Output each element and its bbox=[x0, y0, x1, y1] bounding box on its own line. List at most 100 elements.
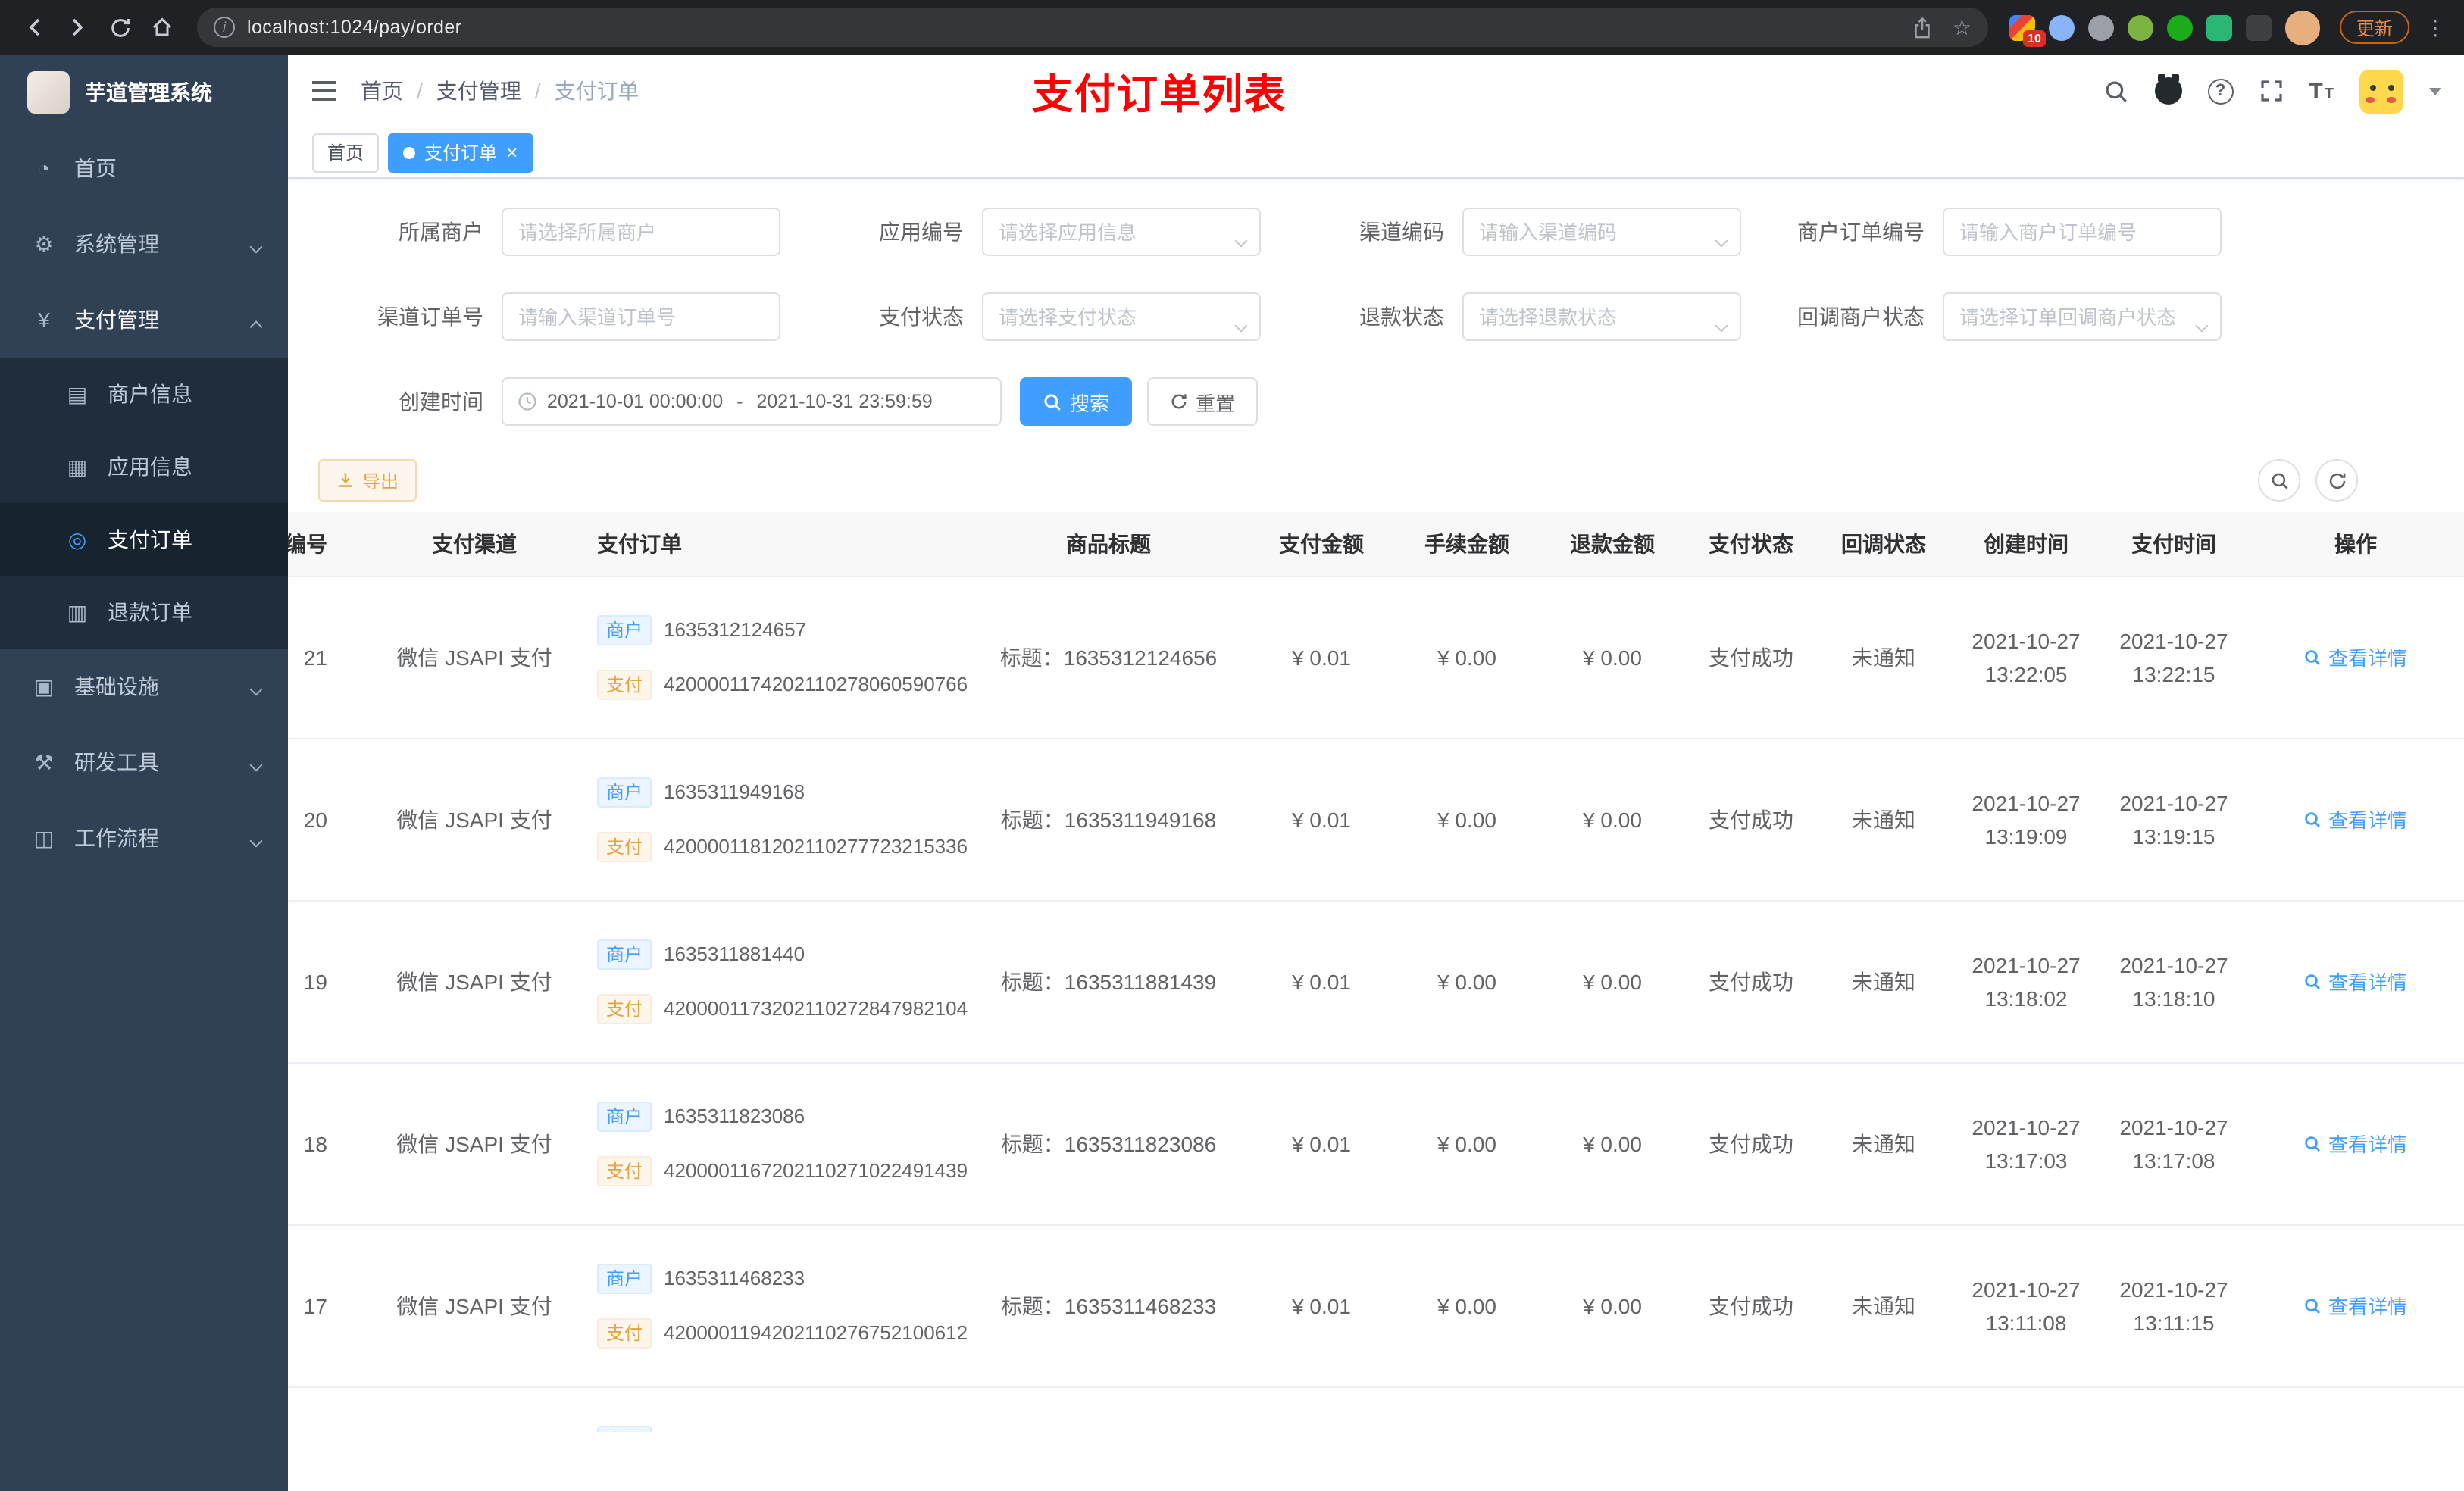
site-info-icon[interactable]: i bbox=[214, 17, 235, 38]
tab-home[interactable]: 首页 bbox=[312, 133, 380, 172]
refresh-icon bbox=[1171, 394, 1187, 409]
order-id-cell: 21 bbox=[288, 576, 367, 739]
pay-time-cell: 2021-10-27 13:17:08 bbox=[2102, 1062, 2246, 1225]
pay-channel-cell: 微信 JSAPI 支付 bbox=[367, 900, 582, 1063]
sidebar-item-payment[interactable]: ¥ 支付管理 bbox=[0, 282, 288, 358]
sidebar-item-refund-order[interactable]: ▥ 退款订单 bbox=[0, 576, 288, 649]
pay-amount-cell: ¥ 0.01 bbox=[1249, 900, 1394, 1063]
create-time-range-picker[interactable]: 2021-10-01 00:00:00 - 2021-10-31 23:59:5… bbox=[502, 377, 1002, 426]
create-date: 2021-10-27 bbox=[1972, 952, 2081, 977]
view-detail-link[interactable]: 查看详情 bbox=[2304, 642, 2407, 671]
merchant-order-no-input[interactable] bbox=[1943, 208, 2222, 256]
bookmark-star-icon[interactable]: ☆ bbox=[1953, 17, 1972, 38]
address-bar[interactable]: i localhost:1024/pay/order ☆ bbox=[197, 8, 1988, 47]
extension-icon[interactable]: 10 bbox=[2009, 14, 2046, 46]
sidebar-item-system[interactable]: ⚙ 系统管理 bbox=[0, 206, 288, 282]
close-icon[interactable]: × bbox=[506, 142, 518, 162]
channel-order-no-input[interactable] bbox=[502, 292, 780, 341]
sidebar-item-label: 支付管理 bbox=[74, 308, 159, 332]
view-detail-link[interactable]: 查看详情 bbox=[2304, 1129, 2407, 1158]
column-header: 手续金额 bbox=[1394, 512, 1540, 577]
fullscreen-button[interactable] bbox=[2259, 79, 2283, 103]
view-detail-link[interactable]: 查看详情 bbox=[2304, 1291, 2407, 1320]
extension-icon[interactable] bbox=[2166, 14, 2193, 40]
refund-amount-cell: ¥ 0.00 bbox=[1540, 1224, 1685, 1387]
sidebar-item-home[interactable]: ◔ 首页 bbox=[0, 130, 288, 206]
logo-rabbit-image bbox=[27, 71, 70, 114]
sidebar-toggle-button[interactable] bbox=[311, 79, 338, 103]
toggle-search-button[interactable] bbox=[2258, 459, 2300, 502]
user-avatar[interactable] bbox=[2359, 69, 2403, 113]
pay-badge: 支付 bbox=[597, 1318, 652, 1348]
top-navbar: 首页 / 支付管理 / 支付订单 支付订单列表 ? T T bbox=[288, 55, 2464, 127]
filter-form: 所属商户 应用编号 渠道编码 商户订单编号 bbox=[288, 179, 2464, 426]
sidebar-item-workflow[interactable]: ◫ 工作流程 bbox=[0, 800, 288, 876]
pay-badge: 支付 bbox=[597, 831, 652, 861]
pay-status-select[interactable] bbox=[982, 292, 1261, 341]
url-text[interactable]: localhost:1024/pay/order bbox=[247, 17, 1900, 38]
date-start-value: 2021-10-01 00:00:00 bbox=[547, 391, 724, 412]
refund-amount-cell: ¥ 0.00 bbox=[1540, 738, 1685, 901]
browser-menu-icon[interactable]: ⋮ bbox=[2425, 14, 2446, 40]
breadcrumb-home[interactable]: 首页 bbox=[361, 76, 403, 106]
font-size-button[interactable]: T T bbox=[2309, 78, 2334, 104]
column-header: 支付状态 bbox=[1685, 512, 1817, 577]
fullscreen-icon bbox=[2260, 80, 2282, 102]
filter-field: 应用编号 bbox=[799, 208, 1279, 256]
extension-icon[interactable] bbox=[2127, 14, 2153, 40]
callback-status-select[interactable] bbox=[1943, 292, 2222, 341]
export-button[interactable]: 导出 bbox=[318, 459, 417, 502]
hamburger-icon bbox=[312, 81, 336, 101]
sidebar-item-pay-order[interactable]: ◎ 支付订单 bbox=[0, 503, 288, 576]
orders-table-wrap: 编号 支付渠道 支付订单 商品标题 支付金额 手续金额 退款金额 支付状态 回调… bbox=[288, 512, 2464, 1432]
sidebar: 芋道管理系统 ◔ 首页 ⚙ 系统管理 ¥ 支付管理 ▤ 商户信息 ▦ 应用信息 … bbox=[0, 55, 288, 1491]
channel-code-select[interactable] bbox=[1462, 208, 1741, 256]
page-content: 所属商户 应用编号 渠道编码 商户订单编号 bbox=[288, 179, 2464, 1491]
app-id-select[interactable] bbox=[982, 208, 1261, 256]
extension-icon[interactable] bbox=[2087, 14, 2114, 40]
merchant-filter-input[interactable] bbox=[502, 208, 780, 256]
fee-amount-cell: ¥ 0.00 bbox=[1394, 1062, 1540, 1225]
orders-table: 编号 支付渠道 支付订单 商品标题 支付金额 手续金额 退款金额 支付状态 回调… bbox=[288, 512, 2464, 1432]
reload-icon bbox=[111, 18, 129, 36]
extension-icon[interactable] bbox=[2048, 14, 2075, 40]
search-button[interactable]: 搜索 bbox=[1020, 377, 1133, 426]
app-logo[interactable]: 芋道管理系统 bbox=[0, 55, 288, 130]
back-button[interactable] bbox=[15, 8, 55, 47]
refund-status-select[interactable] bbox=[1462, 292, 1741, 341]
search-icon bbox=[2105, 80, 2127, 102]
github-icon[interactable] bbox=[2154, 74, 2182, 105]
reload-button[interactable] bbox=[100, 8, 139, 47]
puzzle-extensions-icon[interactable] bbox=[2245, 14, 2272, 40]
sidebar-item-infra[interactable]: ▣ 基础设施 bbox=[0, 649, 288, 724]
help-button[interactable]: ? bbox=[2207, 78, 2234, 104]
refresh-table-button[interactable] bbox=[2315, 459, 2358, 502]
merchant-order-no: 16353114157 bbox=[664, 1429, 783, 1432]
sidebar-item-app-info[interactable]: ▦ 应用信息 bbox=[0, 430, 288, 503]
view-detail-link[interactable]: 查看详情 bbox=[2304, 967, 2407, 996]
extension-icon[interactable] bbox=[2206, 14, 2232, 40]
product-title-cell: 标题：1635312124656 bbox=[968, 576, 1249, 739]
sidebar-item-label: 系统管理 bbox=[74, 232, 159, 256]
reset-button[interactable]: 重置 bbox=[1147, 377, 1259, 426]
sidebar-item-dev-tools[interactable]: ⚒ 研发工具 bbox=[0, 724, 288, 800]
header-search-button[interactable] bbox=[2103, 78, 2128, 104]
breadcrumb-current: 支付订单 bbox=[554, 79, 639, 103]
browser-profile-avatar[interactable] bbox=[2284, 10, 2320, 45]
sidebar-item-merchant-info[interactable]: ▤ 商户信息 bbox=[0, 358, 288, 430]
chevron-down-icon[interactable] bbox=[2429, 87, 2441, 95]
sidebar-item-label: 支付订单 bbox=[108, 527, 192, 552]
view-detail-link[interactable]: 查看详情 bbox=[2304, 805, 2407, 833]
create-date: 2021-10-27 bbox=[1972, 628, 2081, 652]
home-button[interactable] bbox=[142, 8, 182, 47]
forward-button[interactable] bbox=[58, 8, 97, 47]
share-button[interactable] bbox=[1912, 16, 1934, 39]
date-end-value: 2021-10-31 23:59:59 bbox=[756, 391, 933, 412]
filter-label: 所属商户 bbox=[399, 220, 483, 244]
breadcrumb-separator: / bbox=[417, 79, 423, 103]
table-row: 20 微信 JSAPI 支付 商户 1635311949168 支付 42000… bbox=[288, 738, 2464, 901]
tab-pay-order[interactable]: 支付订单 × bbox=[388, 133, 533, 172]
breadcrumb-payment[interactable]: 支付管理 bbox=[436, 76, 521, 106]
browser-update-button[interactable]: 更新 bbox=[2339, 11, 2409, 44]
pay-channel-cell: 微信 JSAPI 支付 bbox=[367, 576, 582, 739]
